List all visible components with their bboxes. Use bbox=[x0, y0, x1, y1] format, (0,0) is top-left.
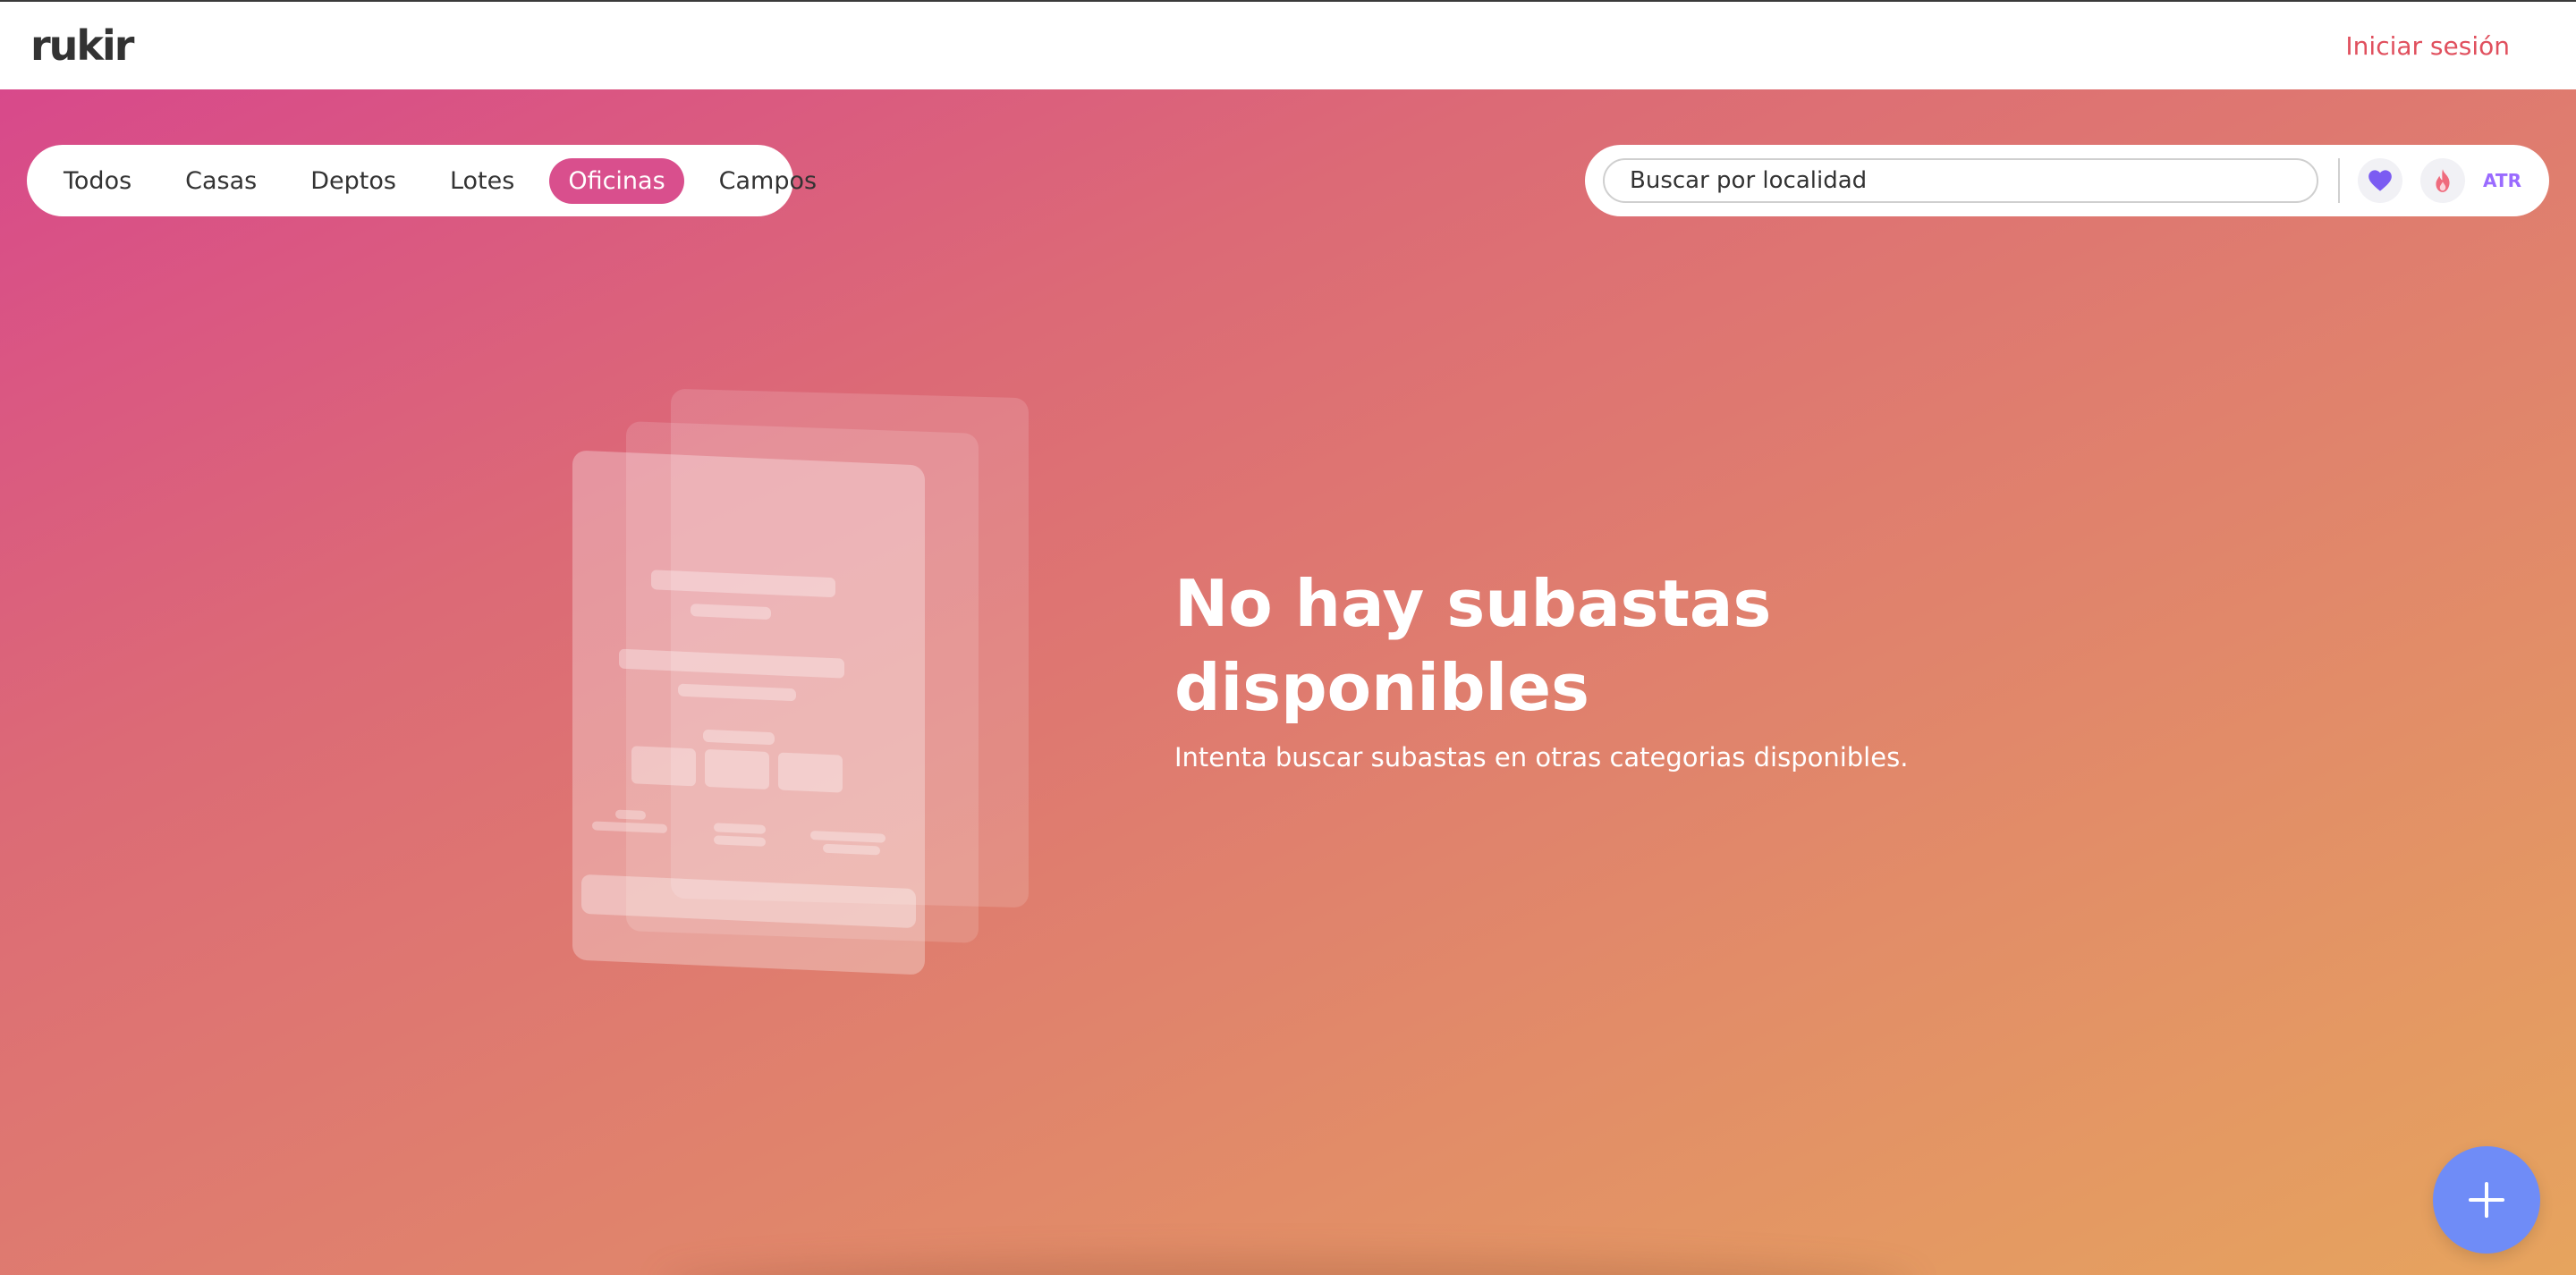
category-campos[interactable]: Campos bbox=[700, 158, 835, 204]
favorites-button[interactable] bbox=[2358, 158, 2402, 203]
divider bbox=[2338, 158, 2340, 203]
category-casas[interactable]: Casas bbox=[166, 158, 275, 204]
category-lotes[interactable]: Lotes bbox=[431, 158, 533, 204]
plus-icon bbox=[2469, 1182, 2504, 1218]
category-deptos[interactable]: Deptos bbox=[292, 158, 415, 204]
login-link[interactable]: Iniciar sesión bbox=[2345, 31, 2510, 61]
empty-state-subtitle: Intenta buscar subastas en otras categor… bbox=[1174, 742, 1909, 773]
search-bar: ATR bbox=[1585, 145, 2549, 216]
hero-section: Todos Casas Deptos Lotes Oficinas Campos… bbox=[0, 89, 2576, 1275]
heart-icon bbox=[2368, 170, 2392, 191]
add-auction-button[interactable] bbox=[2433, 1146, 2540, 1254]
search-input[interactable] bbox=[1603, 158, 2318, 203]
trending-button[interactable] bbox=[2420, 158, 2465, 203]
empty-state-title: No hay subastas disponibles bbox=[1174, 566, 1772, 725]
top-bar: rukir Iniciar sesión bbox=[0, 0, 2576, 89]
atr-button[interactable]: ATR bbox=[2483, 170, 2521, 191]
logo[interactable]: rukir bbox=[30, 21, 134, 70]
bottom-shadow bbox=[662, 1257, 1914, 1275]
category-todos[interactable]: Todos bbox=[45, 158, 150, 204]
fire-icon bbox=[2436, 169, 2450, 192]
category-filter: Todos Casas Deptos Lotes Oficinas Campos bbox=[27, 145, 817, 216]
category-oficinas[interactable]: Oficinas bbox=[549, 157, 684, 204]
empty-state-illustration bbox=[572, 388, 1038, 984]
illustration-sheet-front bbox=[572, 450, 925, 975]
